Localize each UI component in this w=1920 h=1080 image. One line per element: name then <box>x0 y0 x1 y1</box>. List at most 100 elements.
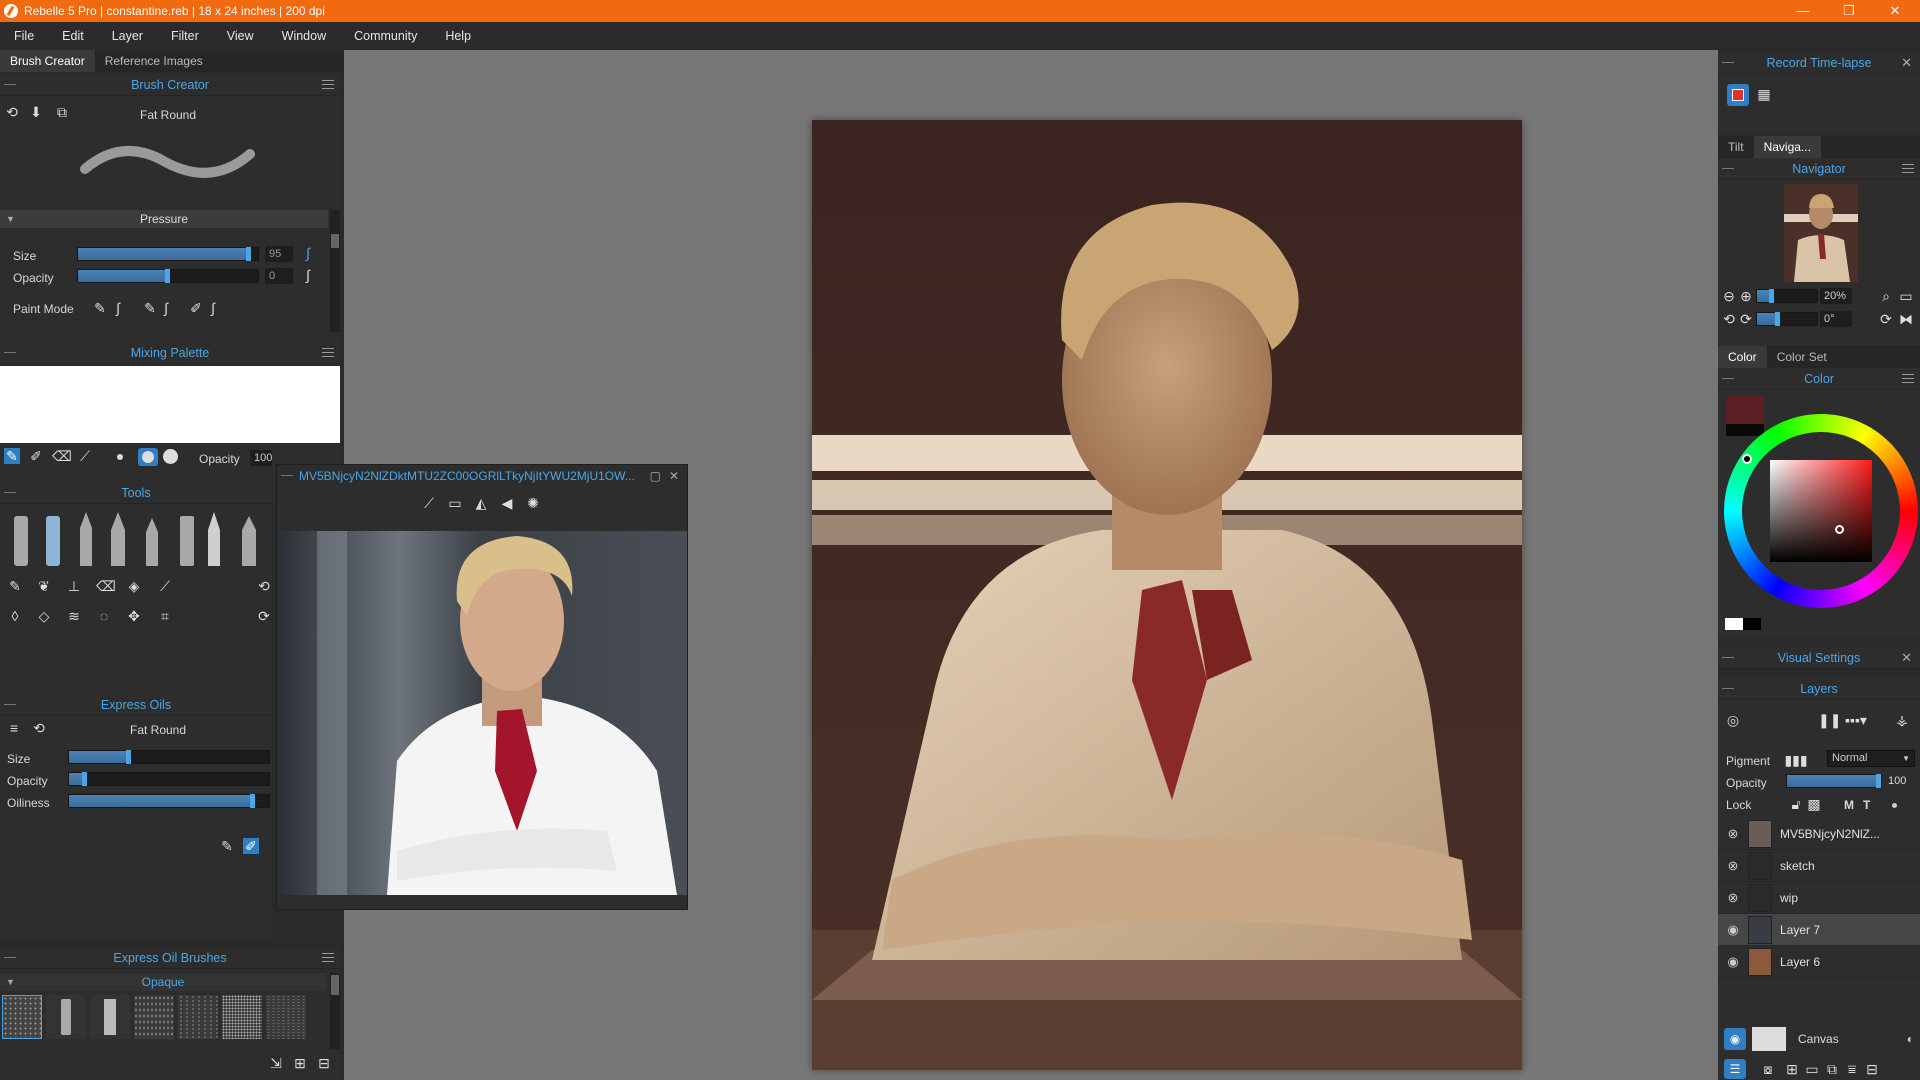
palette-picker-icon[interactable]: ⟋ <box>77 448 93 464</box>
brush-preset-4[interactable] <box>134 995 174 1039</box>
maximize-icon[interactable]: ▢ <box>650 465 661 487</box>
panel-grip-icon[interactable] <box>4 352 16 353</box>
lock-m[interactable]: M <box>1844 798 1854 812</box>
reset-brush-icon[interactable]: ⟲ <box>31 720 47 736</box>
dry-icon[interactable]: ◇ <box>36 608 52 624</box>
tab-navigator[interactable]: Naviga... <box>1753 136 1821 158</box>
new-brush-icon[interactable]: ⊞ <box>292 1055 308 1071</box>
wet-layer-icon[interactable]: ▪▪▪▾ <box>1842 712 1870 728</box>
import-brush-icon[interactable]: ⇲ <box>268 1055 284 1071</box>
pause-icon[interactable]: ❚❚ <box>1818 712 1841 728</box>
current-color-swatch[interactable] <box>1726 396 1764 424</box>
list-icon[interactable]: ≡ <box>6 720 22 736</box>
tab-tilt[interactable]: Tilt <box>1718 136 1754 158</box>
ref-eyedropper-icon[interactable]: ⟋ <box>421 495 437 511</box>
painting-canvas[interactable] <box>812 120 1522 1070</box>
pressure-curve-icon[interactable]: ∫ <box>300 245 316 261</box>
visibility-hidden-icon[interactable]: ⊗ <box>1718 890 1748 906</box>
stamp-icon[interactable]: ⊥ <box>66 578 82 594</box>
close-icon[interactable]: ✕ <box>1872 0 1918 22</box>
canvas-visibility-icon[interactable]: ◉ <box>1724 1028 1746 1050</box>
merge-layer-icon[interactable]: ⩸ <box>1844 1061 1860 1077</box>
panel-menu-icon[interactable] <box>322 953 334 962</box>
brush-preset-2[interactable] <box>46 995 86 1039</box>
ref-frame-icon[interactable]: ▭ <box>447 495 463 511</box>
sv-picker-handle[interactable] <box>1835 525 1844 534</box>
rotation-slider[interactable] <box>1756 312 1818 326</box>
color-wheel[interactable] <box>1724 414 1918 608</box>
menu-community[interactable]: Community <box>340 29 431 43</box>
layer-reset-icon[interactable]: ◎ <box>1725 712 1741 728</box>
palette-brush-icon[interactable]: ✎ <box>4 448 20 464</box>
brush-preset-7[interactable] <box>266 995 306 1039</box>
delete-brush-icon[interactable]: ⊟ <box>316 1055 332 1071</box>
opacity-slider[interactable] <box>77 269 259 283</box>
eraser-icon[interactable]: ⌫ <box>96 578 116 594</box>
rotation-value[interactable]: 0° <box>1820 311 1852 327</box>
panel-grip-icon[interactable] <box>1722 657 1734 658</box>
layer-item[interactable]: ⊗ MV5BNjcyN2NlZ... <box>1718 818 1920 850</box>
panel-grip-icon[interactable] <box>4 704 16 705</box>
oiliness-slider[interactable] <box>68 794 270 808</box>
menu-edit[interactable]: Edit <box>48 29 98 43</box>
brush-category-header[interactable]: ▼ Opaque <box>0 973 326 991</box>
blend-mode-select[interactable]: Normal ▼ <box>1827 750 1915 767</box>
hue-picker-handle[interactable] <box>1742 454 1752 464</box>
transform-icon[interactable]: ✥ <box>126 608 142 624</box>
reference-window[interactable]: MV5BNjcyN2NlZDktMTU2ZC00OGRlLTkyNjItYWU2… <box>276 464 688 910</box>
menu-help[interactable]: Help <box>431 29 485 43</box>
tab-color[interactable]: Color <box>1718 346 1767 368</box>
timelapse-settings-icon[interactable]: ▦ <box>1756 86 1772 102</box>
visibility-icon[interactable]: ◉ <box>1718 954 1748 970</box>
palette-eraser-icon[interactable]: ⌫ <box>52 448 72 464</box>
paint-mode-curve3-icon[interactable]: ∫ <box>205 300 221 316</box>
dot-small-icon[interactable] <box>117 454 123 460</box>
opacity-value[interactable]: 0 <box>265 268 293 284</box>
fit-screen-icon[interactable]: ▭ <box>1898 288 1914 304</box>
fit-zoom-icon[interactable]: ⌕ <box>1878 288 1894 304</box>
lock-pixels-icon[interactable]: ▩ <box>1806 796 1822 812</box>
palette-opacity-value[interactable]: 100 <box>250 450 272 466</box>
layer-item[interactable]: ⊗ wip <box>1718 882 1920 914</box>
panel-grip-icon[interactable] <box>4 84 16 85</box>
white-swatch[interactable] <box>1725 618 1743 630</box>
duplicate-brush-icon[interactable]: ⧉ <box>54 104 70 120</box>
layer-opacity-value[interactable]: 100 <box>1884 773 1914 789</box>
reset-brush-icon[interactable]: ⟲ <box>4 104 20 120</box>
save-brush-icon[interactable]: ⬇ <box>28 104 44 120</box>
size-value[interactable]: 95 <box>265 246 293 262</box>
panel-grip-icon[interactable] <box>1722 688 1734 689</box>
saturation-value-square[interactable] <box>1770 460 1872 562</box>
ref-flip-icon[interactable]: ◭ <box>473 495 489 511</box>
close-icon[interactable]: ✕ <box>669 465 679 487</box>
minimize-icon[interactable]: — <box>1780 0 1826 22</box>
zoom-in-icon[interactable]: ⊕ <box>1738 288 1754 304</box>
reference-window-header[interactable]: MV5BNjcyN2NlZDktMTU2ZC00OGRlLTkyNjItYWU2… <box>277 465 687 487</box>
paint-mode-pencil-icon[interactable]: ✐ <box>188 300 204 316</box>
visibility-icon[interactable]: ◉ <box>1718 922 1748 938</box>
collapse-arrow-icon[interactable]: ▼ <box>6 973 15 991</box>
blow-icon[interactable]: ≋ <box>66 608 82 624</box>
panel-menu-icon[interactable] <box>322 80 334 89</box>
new-layer-icon[interactable]: ⊞ <box>1784 1061 1800 1077</box>
paint-icon[interactable]: ✎ <box>219 838 235 854</box>
panel-menu-icon[interactable] <box>322 348 334 357</box>
undo-icon[interactable]: ⟲ <box>256 578 272 594</box>
rotate-right-icon[interactable]: ⟳ <box>1738 311 1754 327</box>
ref-mirror-icon[interactable]: ◀ <box>499 495 515 511</box>
close-icon[interactable]: ✕ <box>1901 650 1912 666</box>
water-drop-icon[interactable]: ◊ <box>7 608 23 624</box>
lock-t[interactable]: T <box>1863 798 1870 812</box>
zoom-value[interactable]: 20% <box>1820 288 1852 304</box>
panel-grip-icon[interactable] <box>1722 168 1734 169</box>
panel-menu-icon[interactable] <box>1902 164 1914 173</box>
rotate-left-icon[interactable]: ⟲ <box>1721 311 1737 327</box>
mixing-palette-surface[interactable] <box>0 366 340 443</box>
tilt-icon[interactable]: ⚶ <box>1894 712 1910 728</box>
previous-color-swatch[interactable] <box>1726 424 1764 436</box>
tab-brush-creator[interactable]: Brush Creator <box>0 50 95 72</box>
paint-mode-brush-icon[interactable]: ✎ <box>92 300 108 316</box>
eyedropper-icon[interactable]: ⟋ <box>157 578 173 594</box>
delete-layer-icon[interactable]: ⊟ <box>1864 1061 1880 1077</box>
paint-active-icon[interactable]: ✐ <box>243 838 259 854</box>
